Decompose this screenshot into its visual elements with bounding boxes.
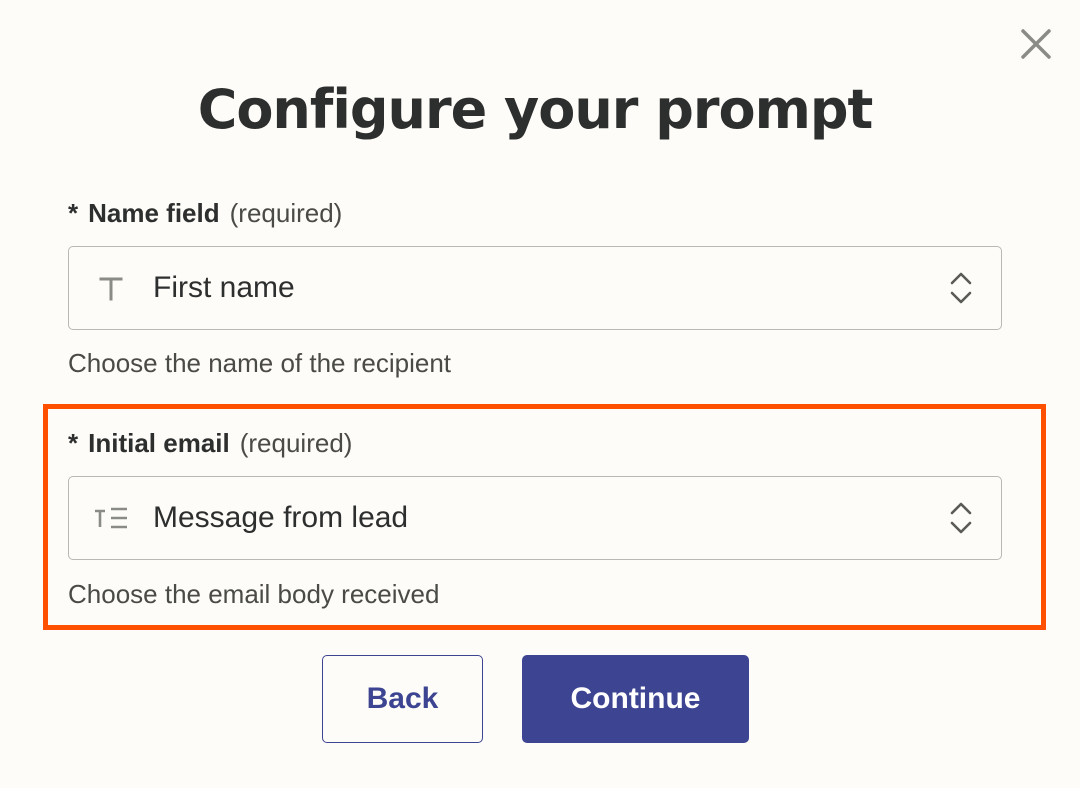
- chevron-up-down-icon: [921, 500, 1001, 536]
- select-value: First name: [153, 271, 295, 304]
- long-text-type-icon: [69, 505, 153, 531]
- name-field-label: * Name field (required): [68, 198, 342, 229]
- required-hint: (required): [229, 198, 343, 228]
- initial-email-label: * Initial email (required): [68, 428, 352, 459]
- close-icon: [1021, 29, 1051, 59]
- configure-prompt-dialog: Configure your prompt * Name field (requ…: [0, 0, 1080, 788]
- close-button[interactable]: [1016, 24, 1056, 64]
- field-label-text: Initial email: [88, 428, 230, 458]
- required-hint: (required): [239, 428, 353, 458]
- continue-button[interactable]: Continue: [522, 655, 749, 743]
- name-field-help: Choose the name of the recipient: [68, 348, 452, 378]
- initial-email-help: Choose the email body received: [68, 579, 440, 609]
- back-button[interactable]: Back: [322, 655, 483, 743]
- text-type-icon: [69, 274, 153, 302]
- field-label-text: Name field: [88, 198, 220, 228]
- select-value: Message from lead: [153, 501, 409, 534]
- name-field-select[interactable]: First name: [68, 246, 1002, 330]
- chevron-up-down-icon: [921, 270, 1001, 306]
- required-marker: *: [68, 198, 79, 228]
- required-marker: *: [68, 428, 79, 458]
- dialog-title: Configure your prompt: [197, 78, 874, 141]
- initial-email-select[interactable]: Message from lead: [68, 476, 1002, 560]
